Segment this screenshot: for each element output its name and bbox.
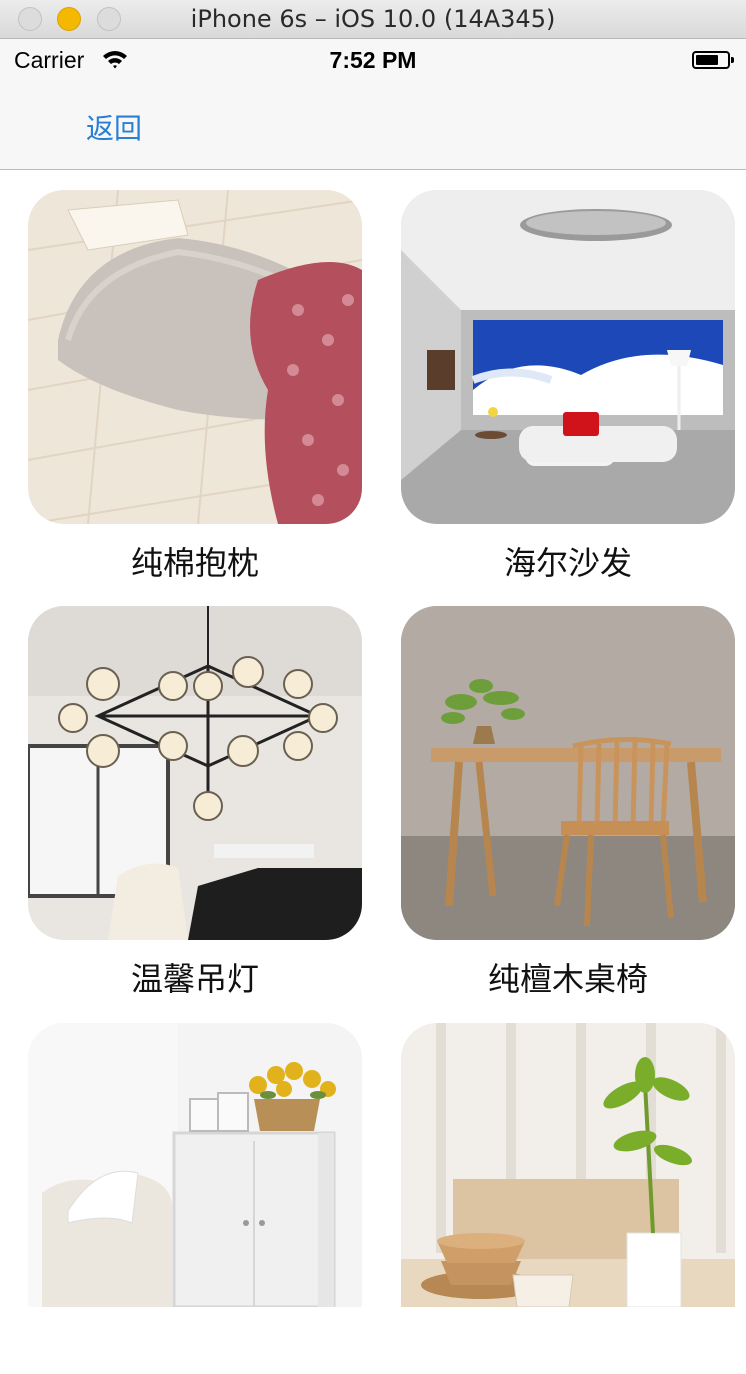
- window-title: iPhone 6s – iOS 10.0 (14A345): [190, 5, 556, 33]
- status-bar: Carrier 7:52 PM: [0, 39, 746, 83]
- back-button[interactable]: 返回: [86, 107, 142, 147]
- product-title: 纯檀木桌椅: [487, 960, 648, 998]
- status-time: 7:52 PM: [329, 47, 417, 73]
- simulator-title-bar: iPhone 6s – iOS 10.0 (14A345): [0, 0, 746, 39]
- product-grid: 纯棉抱枕 海尔沙发 温馨吊灯 纯檀木桌椅: [0, 170, 746, 1374]
- battery-icon: [692, 51, 734, 69]
- sofa-room-photo[interactable]: [401, 190, 735, 524]
- navigation-bar: 返回: [0, 83, 746, 170]
- product-title: 海尔沙发: [503, 544, 632, 582]
- cabinet-armchair-photo[interactable]: [28, 1023, 362, 1307]
- product-title: 纯棉抱枕: [130, 544, 259, 582]
- product-title: 温馨吊灯: [130, 960, 259, 998]
- pillow-photo[interactable]: [28, 190, 362, 524]
- plant-bowls-photo[interactable]: [401, 1023, 735, 1307]
- chandelier-photo[interactable]: [28, 606, 362, 940]
- wooden-table-chair-photo[interactable]: [401, 606, 735, 940]
